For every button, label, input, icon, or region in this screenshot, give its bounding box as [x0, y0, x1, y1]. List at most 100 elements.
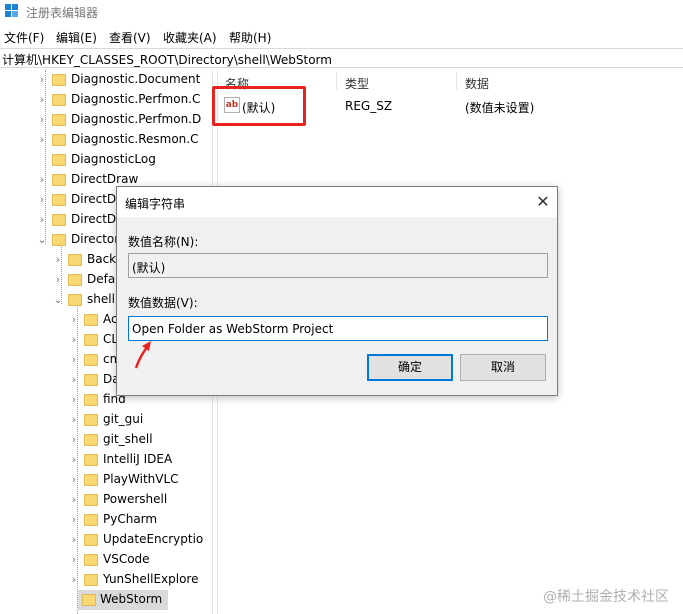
tree-item[interactable]: › PyCharm	[0, 510, 212, 530]
tree-item[interactable]: › git_gui	[0, 410, 212, 430]
chevron-right-icon[interactable]: ›	[36, 193, 48, 207]
chevron-right-icon[interactable]: ›	[36, 133, 48, 147]
tree-item-label: Diagnostic.Perfmon.D	[71, 112, 202, 126]
folder-icon	[84, 314, 98, 326]
chevron-right-icon[interactable]: ›	[68, 513, 80, 527]
value-data: (数值未设置)	[465, 101, 535, 115]
chevron-right-icon[interactable]: ›	[68, 473, 80, 487]
folder-icon	[68, 294, 82, 306]
window-title: 注册表编辑器	[26, 6, 99, 20]
tree-item-label: Defa	[87, 272, 116, 286]
column-divider[interactable]	[336, 72, 337, 90]
chevron-right-icon[interactable]: ›	[36, 73, 48, 87]
tree-item[interactable]: › Diagnostic.Perfmon.C	[0, 90, 212, 110]
tree-item[interactable]: › Powershell	[0, 490, 212, 510]
chevron-right-icon[interactable]: ›	[68, 493, 80, 507]
menu-help[interactable]: 帮助(H)	[229, 29, 271, 46]
folder-icon	[84, 534, 98, 546]
chevron-down-icon[interactable]: ⌄	[36, 233, 48, 247]
tree-item[interactable]: › UpdateEncryptio	[0, 530, 212, 550]
value-type: REG_SZ	[345, 99, 393, 113]
tree-item-label: Back	[87, 252, 117, 266]
tree-item[interactable]: › IntelliJ IDEA	[0, 450, 212, 470]
chevron-right-icon[interactable]: ›	[68, 553, 80, 567]
chevron-right-icon[interactable]: ›	[52, 253, 64, 267]
menu-favorites[interactable]: 收藏夹(A)	[163, 29, 217, 46]
chevron-right-icon[interactable]: ›	[68, 393, 80, 407]
tree-item[interactable]: › Diagnostic.Document	[0, 70, 212, 90]
chevron-right-icon[interactable]: ›	[36, 213, 48, 227]
chevron-right-icon[interactable]: ›	[68, 453, 80, 467]
tree-item[interactable]: DiagnosticLog	[0, 150, 212, 170]
tree-item[interactable]: › PlayWithVLC	[0, 470, 212, 490]
column-divider[interactable]	[456, 72, 457, 90]
chevron-right-icon[interactable]: ›	[36, 173, 48, 187]
watermark: @稀土掘金技术社区	[543, 589, 669, 605]
close-icon[interactable]: ✕	[531, 190, 555, 214]
tree-item-label: PyCharm	[103, 512, 158, 526]
folder-icon	[84, 454, 98, 466]
folder-icon	[84, 514, 98, 526]
folder-icon	[52, 154, 66, 166]
chevron-right-icon[interactable]: ›	[36, 93, 48, 107]
tree-item-label: Director	[71, 232, 120, 246]
chevron-right-icon[interactable]: ›	[68, 413, 80, 427]
tree-item-label: YunShellExplore	[103, 572, 199, 586]
value-data-input[interactable]	[128, 316, 548, 341]
address-bar[interactable]: 计算机\HKEY_CLASSES_ROOT\Directory\shell\We…	[0, 48, 683, 68]
regedit-app-icon	[5, 4, 19, 18]
folder-icon	[84, 374, 98, 386]
folder-icon	[84, 474, 98, 486]
folder-icon	[52, 94, 66, 106]
folder-icon	[52, 134, 66, 146]
folder-icon	[84, 554, 98, 566]
dialog-titlebar[interactable]: 编辑字符串 ✕	[117, 187, 557, 217]
address-path[interactable]: 计算机\HKEY_CLASSES_ROOT\Directory\shell\We…	[2, 51, 332, 68]
highlight-box	[212, 86, 306, 126]
dialog-title: 编辑字符串	[125, 197, 186, 211]
tree-item-label: Diagnostic.Document	[71, 72, 201, 86]
chevron-right-icon[interactable]: ›	[68, 533, 80, 547]
tree-item[interactable]: › Diagnostic.Resmon.C	[0, 130, 212, 150]
tree-item[interactable]: › Diagnostic.Perfmon.D	[0, 110, 212, 130]
folder-icon	[68, 254, 82, 266]
folder-icon	[82, 594, 96, 606]
tree-item[interactable]: WebStorm	[78, 590, 168, 610]
tree-item[interactable]: › VSCode	[0, 550, 212, 570]
value-data-label: 数值数据(V):	[128, 296, 198, 310]
value-name-field: (默认)	[128, 253, 548, 278]
chevron-right-icon[interactable]: ›	[36, 113, 48, 127]
tree-item-label: DirectDraw	[71, 172, 139, 186]
red-arrow-annotation	[134, 341, 151, 369]
chevron-down-icon[interactable]: ⌄	[52, 293, 64, 307]
chevron-right-icon[interactable]: ›	[68, 353, 80, 367]
folder-icon	[84, 354, 98, 366]
tree-item-label: shell	[87, 292, 115, 306]
chevron-right-icon[interactable]: ›	[68, 313, 80, 327]
folder-icon	[52, 74, 66, 86]
column-header-data[interactable]: 数据	[465, 75, 489, 92]
tree-item-label: DirectDr	[71, 212, 122, 226]
chevron-right-icon[interactable]: ›	[68, 333, 80, 347]
chevron-right-icon[interactable]: ›	[68, 573, 80, 587]
folder-icon	[84, 394, 98, 406]
tree-item-label: git_shell	[103, 432, 153, 446]
tree-item-label: Powershell	[103, 492, 168, 506]
chevron-right-icon[interactable]: ›	[52, 273, 64, 287]
ok-button[interactable]: 确定	[367, 354, 453, 381]
chevron-right-icon[interactable]: ›	[68, 433, 80, 447]
tree-item-label: Diagnostic.Perfmon.C	[71, 92, 201, 106]
tree-item-label: PlayWithVLC	[103, 472, 179, 486]
menu-view[interactable]: 查看(V)	[109, 29, 151, 46]
tree-item[interactable]: › git_shell	[0, 430, 212, 450]
menu-edit[interactable]: 编辑(E)	[56, 29, 97, 46]
chevron-right-icon[interactable]: ›	[68, 373, 80, 387]
menu-file[interactable]: 文件(F)	[4, 29, 44, 46]
cancel-button[interactable]: 取消	[460, 354, 546, 381]
column-header-type[interactable]: 类型	[345, 75, 369, 92]
tree-item-label: UpdateEncryptio	[103, 532, 204, 546]
tree-item-label: DiagnosticLog	[71, 152, 156, 166]
tree-item[interactable]: › YunShellExplore	[0, 570, 212, 590]
tree-item-label: IntelliJ IDEA	[103, 452, 173, 466]
folder-icon	[84, 334, 98, 346]
